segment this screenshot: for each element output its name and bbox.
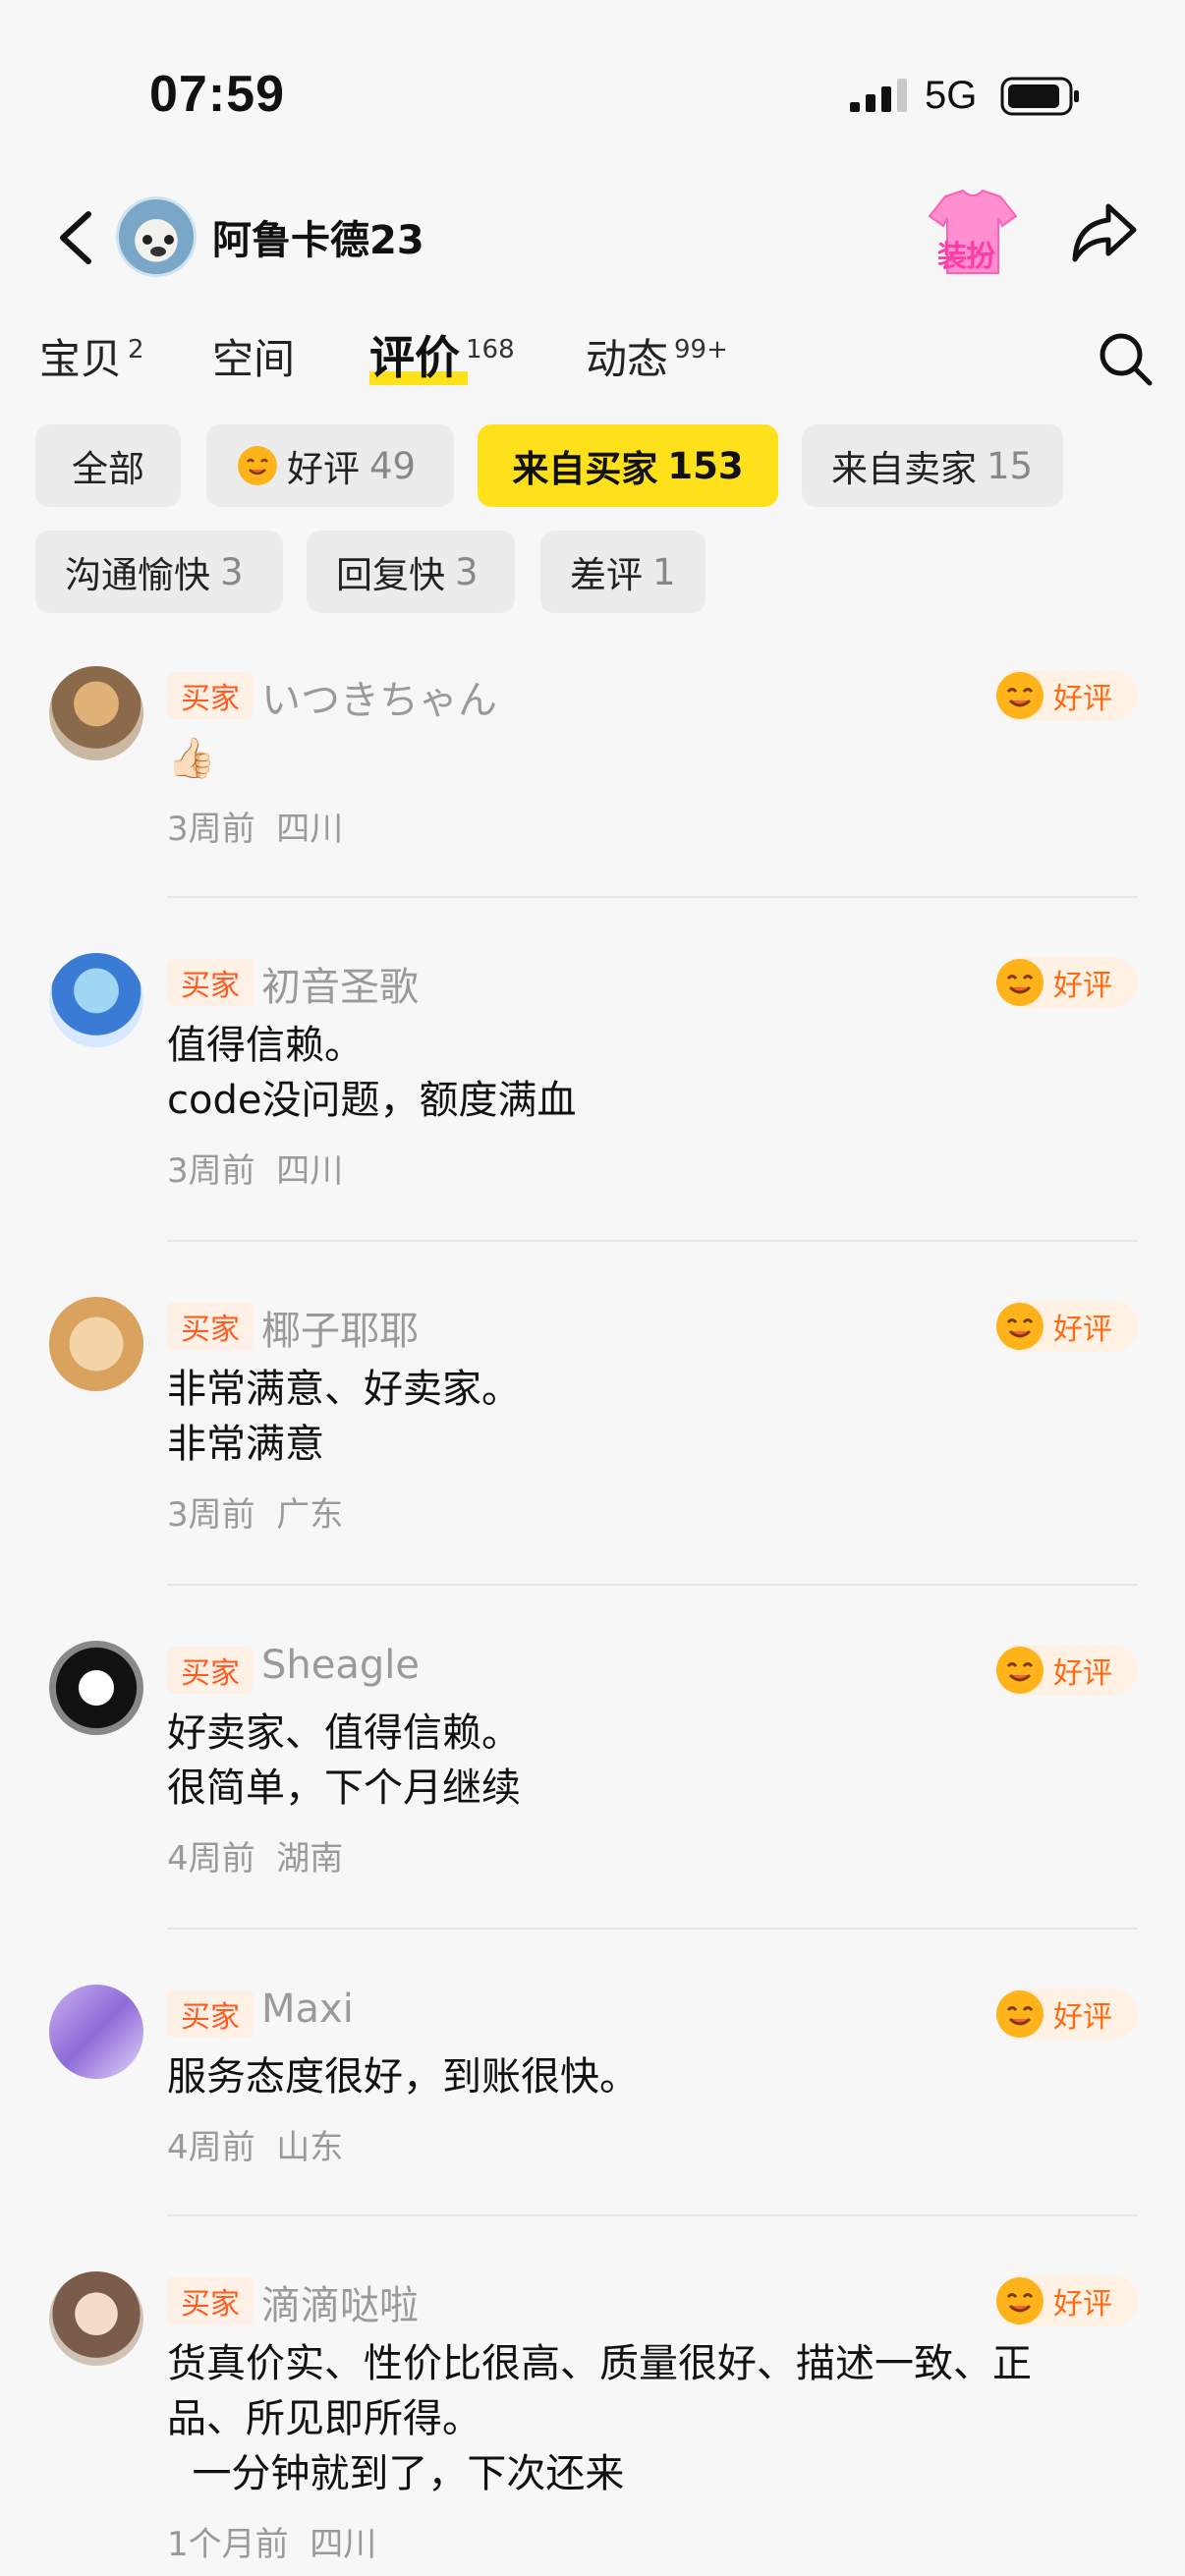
filter-quick-reply[interactable]: 回复快 3: [307, 531, 515, 613]
review-text: 非常满意、好卖家。 非常满意: [167, 1367, 521, 1467]
smile-emoji-icon: [996, 959, 1044, 1006]
rating-label: 好评: [1053, 1313, 1112, 1347]
reviewer-name[interactable]: Maxi: [261, 1987, 354, 2032]
reviewer-name[interactable]: 初音圣歌: [261, 955, 419, 1012]
buyer-tag: 买家: [167, 1303, 254, 1350]
reviewer-name[interactable]: 滴滴哒啦: [261, 2273, 419, 2330]
tab-reviews[interactable]: 评价 168: [369, 322, 515, 387]
review-meta: 3周前 广东: [167, 1495, 344, 1535]
positive-rating-badge: 好评: [996, 1301, 1138, 1352]
filter-all[interactable]: 全部: [35, 424, 181, 507]
dressup-label[interactable]: 装扮: [937, 232, 995, 275]
buyer-tag: 买家: [167, 672, 254, 719]
reviewer-avatar[interactable]: [49, 1985, 143, 2079]
positive-rating-badge: 好评: [996, 1645, 1138, 1696]
reviewer-avatar[interactable]: [49, 666, 143, 760]
buyer-tag: 买家: [167, 2277, 254, 2324]
review-text: 服务态度很好，到账很快。: [167, 2054, 639, 2100]
rating-label: 好评: [1053, 2000, 1112, 2035]
positive-rating-badge: 好评: [996, 1988, 1138, 2040]
status-time: 07:59: [149, 66, 285, 123]
tab-space[interactable]: 空间: [212, 326, 295, 386]
status-bar: 07:59 5G: [0, 0, 1185, 187]
rating-label: 好评: [1053, 1656, 1112, 1691]
divider: [167, 896, 1138, 898]
divider: [167, 1584, 1138, 1586]
filter-from-sellers[interactable]: 来自卖家 15: [802, 424, 1063, 507]
review-meta: 4周前 山东: [167, 2128, 344, 2167]
review-text: 👍🏻: [167, 736, 216, 781]
review-text: 好卖家、值得信赖。 很简单，下个月继续: [167, 1710, 521, 1811]
reviewer-avatar[interactable]: [49, 1641, 143, 1735]
review-text: 货真价实、性价比很高、质量很好、描述一致、正 品、所见即所得。 一分钟就到了，下…: [167, 2341, 1032, 2496]
rating-label: 好评: [1053, 969, 1112, 1003]
review-text: 值得信赖。 code没问题，额度满血: [167, 1023, 577, 1123]
page-title[interactable]: 阿鲁卡德23: [212, 208, 424, 265]
review-meta: 3周前 四川: [167, 810, 344, 849]
battery-icon: [1000, 77, 1079, 116]
smile-emoji-icon: [996, 672, 1044, 719]
positive-rating-badge: 好评: [996, 670, 1138, 721]
filter-from-buyers[interactable]: 来自买家 153: [478, 424, 778, 507]
filter-positive[interactable]: 好评 49: [206, 424, 454, 507]
divider: [167, 1928, 1138, 1930]
network-label: 5G: [925, 74, 978, 117]
tab-activity[interactable]: 动态 99+: [586, 326, 728, 386]
buyer-tag: 买家: [167, 959, 254, 1006]
reviewer-avatar[interactable]: [49, 953, 143, 1047]
reviewer-avatar[interactable]: [49, 2271, 143, 2366]
filter-good-communication[interactable]: 沟通愉快 3: [35, 531, 283, 613]
smile-emoji-icon: [996, 2277, 1044, 2324]
buyer-tag: 买家: [167, 1647, 254, 1694]
smile-emoji-icon: [238, 446, 277, 485]
rating-label: 好评: [1053, 682, 1112, 716]
divider: [167, 1240, 1138, 1242]
filter-negative[interactable]: 差评 1: [540, 531, 705, 613]
divider: [167, 2214, 1138, 2216]
smile-emoji-icon: [996, 1303, 1044, 1350]
review-meta: 3周前 四川: [167, 1151, 344, 1191]
reviewer-name[interactable]: 椰子耶耶: [261, 1299, 419, 1356]
buyer-tag: 买家: [167, 1990, 254, 2038]
avatar[interactable]: [116, 196, 197, 277]
tab-items[interactable]: 宝贝 2: [39, 326, 144, 386]
search-icon[interactable]: [1097, 330, 1156, 389]
review-meta: 1个月前 四川: [167, 2525, 377, 2564]
signal-icon: [850, 79, 907, 112]
smile-emoji-icon: [996, 1647, 1044, 1694]
positive-rating-badge: 好评: [996, 2275, 1138, 2326]
reviewer-name[interactable]: いつきちゃん: [261, 668, 497, 725]
review-meta: 4周前 湖南: [167, 1839, 344, 1878]
smile-emoji-icon: [996, 1990, 1044, 2038]
positive-rating-badge: 好评: [996, 957, 1138, 1008]
reviewer-name[interactable]: Sheagle: [261, 1643, 420, 1688]
reviewer-avatar[interactable]: [49, 1297, 143, 1391]
back-icon[interactable]: [53, 208, 100, 267]
share-icon[interactable]: [1069, 200, 1138, 265]
rating-label: 好评: [1053, 2287, 1112, 2322]
